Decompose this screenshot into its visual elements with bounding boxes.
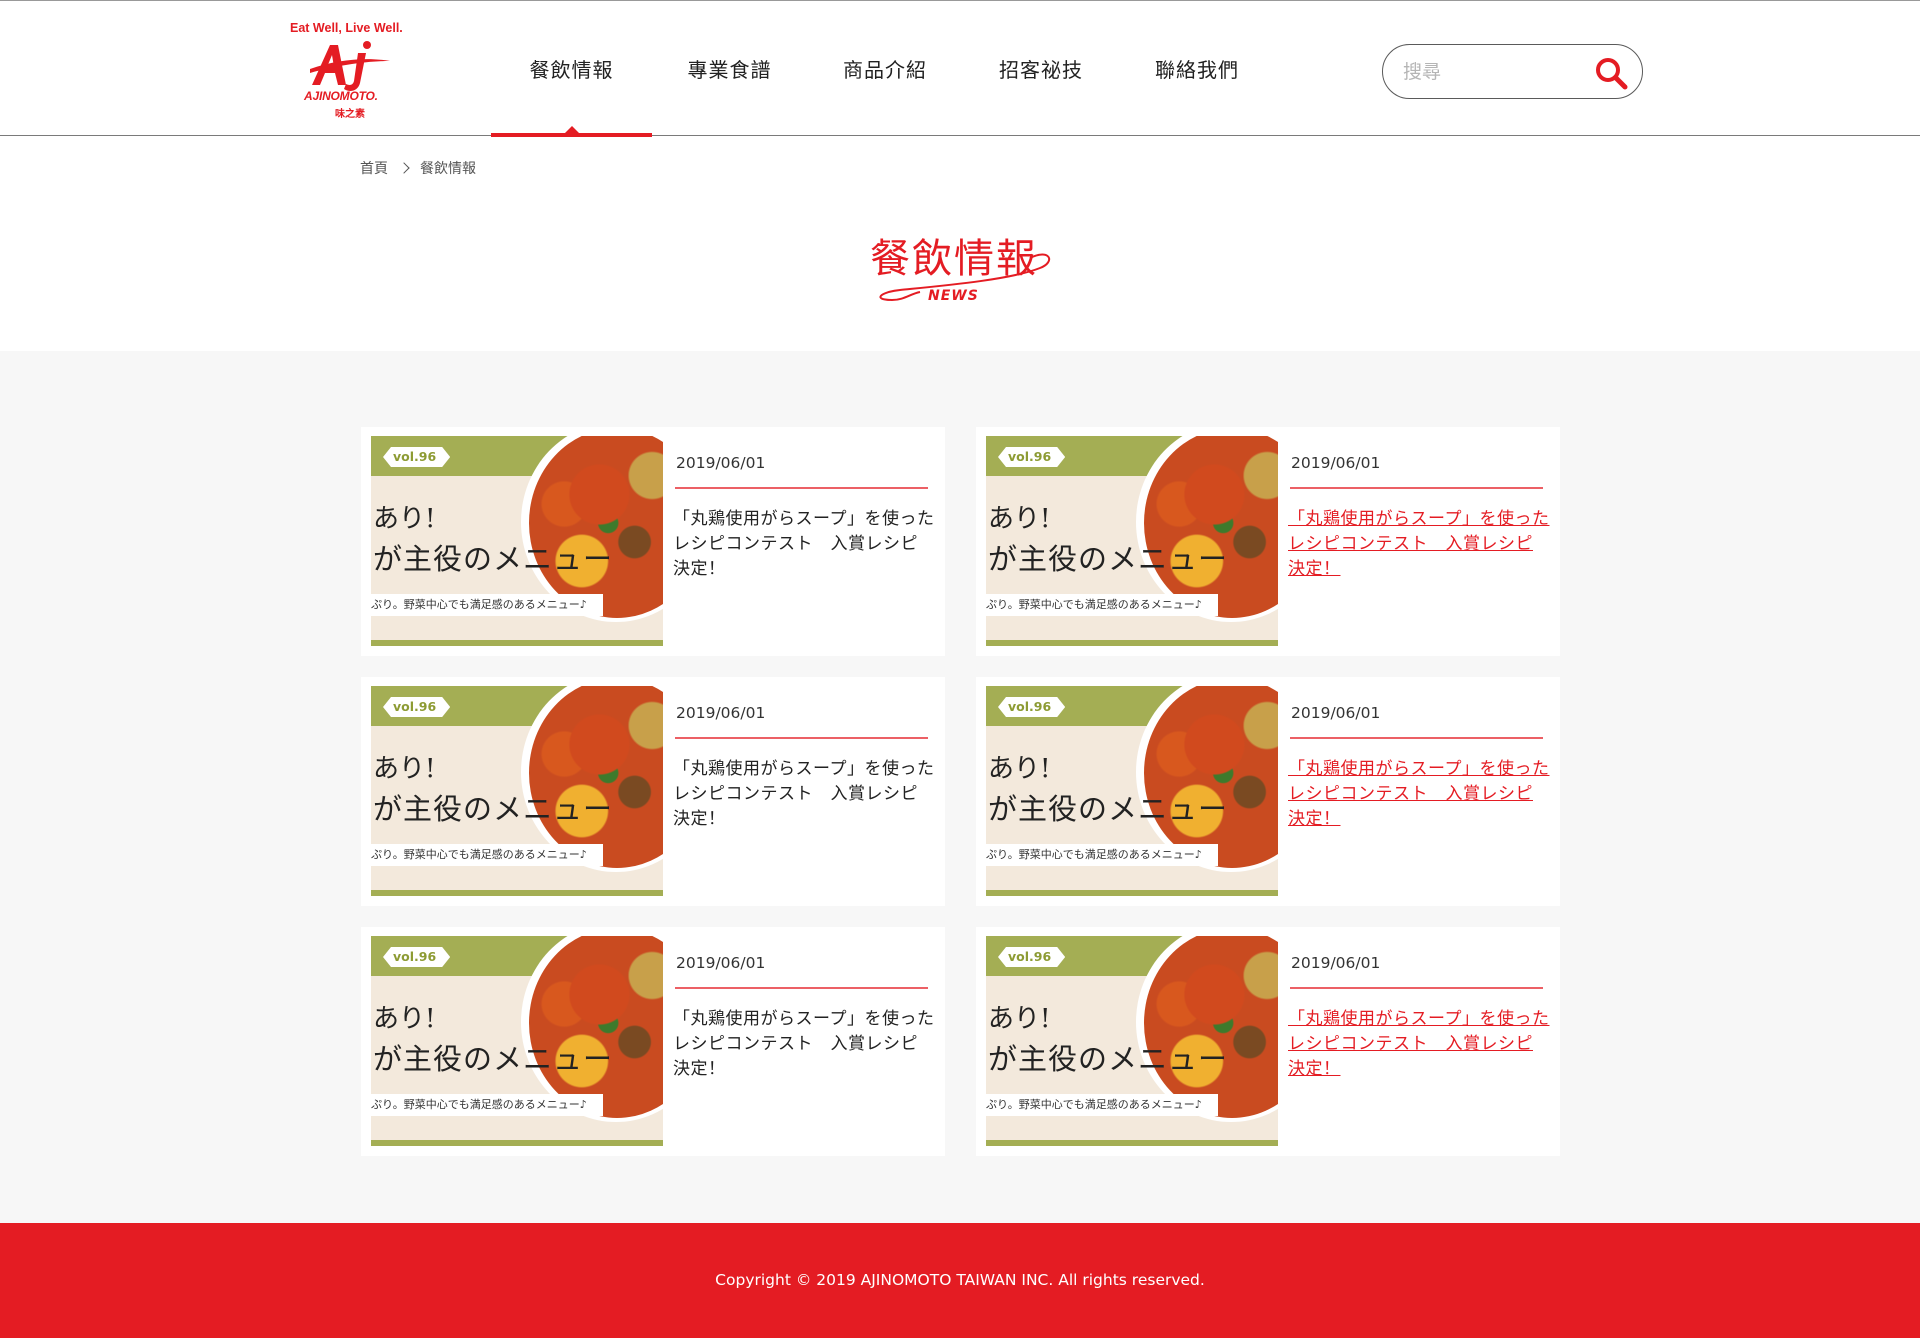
thumbnail-heading-2: が主役のメニュー [373, 1042, 614, 1076]
news-divider [675, 987, 928, 989]
thumbnail-bottom-band [371, 890, 663, 896]
news-list-section [0, 351, 1920, 1223]
thumbnail-subline: ぷり。野菜中心でも満足感のあるメニュー♪ [371, 844, 603, 866]
logo-tagline: Eat Well, Live Well. [290, 21, 403, 35]
news-card[interactable]: vol.96 あり! が主役のメニューぷり。野菜中心でも満足感のあるメニュー♪ 201… [361, 427, 945, 656]
news-title-link[interactable]: 「丸鶏使用がらスープ」を使ったレシピコンテスト 入賞レシピ決定！ [673, 757, 935, 832]
thumbnail-bottom-band [371, 640, 663, 646]
site-footer: Copyright © 2019 AJINOMOTO TAIWAN INC. A… [0, 1223, 1920, 1338]
thumbnail-heading-1: あり! [373, 754, 436, 784]
news-divider [1290, 737, 1543, 739]
search-box [1382, 44, 1643, 99]
news-date: 2019/06/01 [1291, 454, 1381, 472]
aj-logo-mark-icon [310, 41, 390, 91]
thumbnail-vol-badge: vol.96 [383, 947, 450, 967]
site-header: Eat Well, Live Well. AJINOMOTO. 味之素 餐飲情報… [0, 0, 1920, 137]
news-title-link[interactable]: 「丸鶏使用がらスープ」を使ったレシピコンテスト 入賞レシピ決定！ [1288, 757, 1550, 832]
news-thumbnail[interactable]: vol.96 あり! が主役のメニューぷり。野菜中心でも満足感のあるメニュー♪ [371, 436, 663, 646]
thumbnail-subline: ぷり。野菜中心でも満足感のあるメニュー♪ [986, 844, 1218, 866]
search-icon[interactable] [1594, 56, 1628, 90]
thumbnail-heading-2: が主役のメニュー [988, 792, 1229, 826]
news-thumbnail[interactable]: vol.96 あり! が主役のメニューぷり。野菜中心でも満足感のあるメニュー♪ [371, 686, 663, 896]
nav-item-label: 餐飲情報 [529, 58, 614, 82]
thumbnail-heading-1: あり! [373, 1004, 436, 1034]
breadcrumb-home-link[interactable]: 首頁 [360, 158, 388, 178]
thumbnail-bottom-band [986, 1140, 1278, 1146]
news-title-link[interactable]: 「丸鶏使用がらスープ」を使ったレシピコンテスト 入賞レシピ決定！ [1288, 507, 1550, 582]
chevron-right-icon [398, 162, 410, 174]
news-thumbnail[interactable]: vol.96 あり! が主役のメニューぷり。野菜中心でも満足感のあるメニュー♪ [371, 936, 663, 1146]
news-card[interactable]: vol.96 あり! が主役のメニューぷり。野菜中心でも満足感のあるメニュー♪ 201… [976, 927, 1560, 1156]
nav-item-contact[interactable]: 聯絡我們 [1119, 1, 1275, 136]
thumbnail-heading-2: が主役のメニュー [373, 542, 614, 576]
thumbnail-heading-2: が主役のメニュー [373, 792, 614, 826]
thumbnail-subline: ぷり。野菜中心でも満足感のあるメニュー♪ [371, 1094, 603, 1116]
news-divider [675, 737, 928, 739]
ajinomoto-logo[interactable]: Eat Well, Live Well. AJINOMOTO. 味之素 [286, 19, 414, 123]
news-thumbnail[interactable]: vol.96 あり! が主役のメニューぷり。野菜中心でも満足感のあるメニュー♪ [986, 436, 1278, 646]
thumbnail-heading-1: あり! [988, 1004, 1051, 1034]
news-date: 2019/06/01 [676, 454, 766, 472]
thumbnail-subline: ぷり。野菜中心でも満足感のあるメニュー♪ [371, 594, 603, 616]
news-title-link[interactable]: 「丸鶏使用がらスープ」を使ったレシピコンテスト 入賞レシピ決定！ [1288, 1007, 1550, 1082]
news-title-link[interactable]: 「丸鶏使用がらスープ」を使ったレシピコンテスト 入賞レシピ決定！ [673, 1007, 935, 1082]
thumbnail-bottom-band [986, 640, 1278, 646]
thumbnail-heading-1: あり! [988, 504, 1051, 534]
page-title-block: 餐飲情報 NEWS [860, 222, 1060, 312]
thumbnail-heading-1: あり! [988, 754, 1051, 784]
nav-item-label: 商品介紹 [843, 58, 927, 82]
news-date: 2019/06/01 [1291, 704, 1381, 722]
news-thumbnail[interactable]: vol.96 あり! が主役のメニューぷり。野菜中心でも満足感のあるメニュー♪ [986, 686, 1278, 896]
logo-chinese-name: 味之素 [335, 109, 365, 120]
news-divider [1290, 487, 1543, 489]
thumbnail-vol-badge: vol.96 [998, 947, 1065, 967]
news-title-link[interactable]: 「丸鶏使用がらスープ」を使ったレシピコンテスト 入賞レシピ決定！ [673, 507, 935, 582]
thumbnail-vol-badge: vol.96 [998, 697, 1065, 717]
thumbnail-vol-badge: vol.96 [383, 697, 450, 717]
nav-item-products[interactable]: 商品介紹 [807, 1, 963, 136]
news-card[interactable]: vol.96 あり! が主役のメニューぷり。野菜中心でも満足感のあるメニュー♪ 201… [361, 677, 945, 906]
news-divider [675, 487, 928, 489]
news-date: 2019/06/01 [676, 704, 766, 722]
news-thumbnail[interactable]: vol.96 あり! が主役のメニューぷり。野菜中心でも満足感のあるメニュー♪ [986, 936, 1278, 1146]
news-divider [1290, 987, 1543, 989]
thumbnail-vol-badge: vol.96 [383, 447, 450, 467]
nav-item-label: 專業食譜 [687, 58, 772, 82]
news-date: 2019/06/01 [1291, 954, 1381, 972]
thumbnail-vol-badge: vol.96 [998, 447, 1065, 467]
news-card[interactable]: vol.96 あり! が主役のメニューぷり。野菜中心でも満足感のあるメニュー♪ 201… [361, 927, 945, 1156]
thumbnail-bottom-band [986, 890, 1278, 896]
thumbnail-heading-1: あり! [373, 504, 436, 534]
thumbnail-subline: ぷり。野菜中心でも満足感のあるメニュー♪ [986, 594, 1218, 616]
nav-item-label: 聯絡我們 [1155, 58, 1239, 82]
search-input[interactable] [1403, 57, 1583, 87]
nav-item-recipes[interactable]: 專業食譜 [652, 1, 807, 136]
news-date: 2019/06/01 [676, 954, 766, 972]
logo-wordmark: AJINOMOTO. [304, 89, 378, 103]
nav-item-tips[interactable]: 招客祕技 [963, 1, 1119, 136]
page-title: 餐飲情報 [870, 236, 1038, 282]
breadcrumb: 首頁 餐飲情報 [360, 158, 476, 178]
thumbnail-bottom-band [371, 1140, 663, 1146]
page-subtitle: NEWS [928, 288, 979, 304]
copyright-text: Copyright © 2019 AJINOMOTO TAIWAN INC. A… [715, 1271, 1205, 1289]
nav-item-label: 招客祕技 [999, 58, 1083, 82]
thumbnail-heading-2: が主役のメニュー [988, 542, 1229, 576]
news-card[interactable]: vol.96 あり! が主役のメニューぷり。野菜中心でも満足感のあるメニュー♪ 201… [976, 427, 1560, 656]
thumbnail-heading-2: が主役のメニュー [988, 1042, 1229, 1076]
thumbnail-subline: ぷり。野菜中心でも満足感のあるメニュー♪ [986, 1094, 1218, 1116]
nav-item-dining-info[interactable]: 餐飲情報 [491, 1, 652, 137]
breadcrumb-current: 餐飲情報 [420, 161, 476, 177]
news-card[interactable]: vol.96 あり! が主役のメニューぷり。野菜中心でも満足感のあるメニュー♪ 201… [976, 677, 1560, 906]
